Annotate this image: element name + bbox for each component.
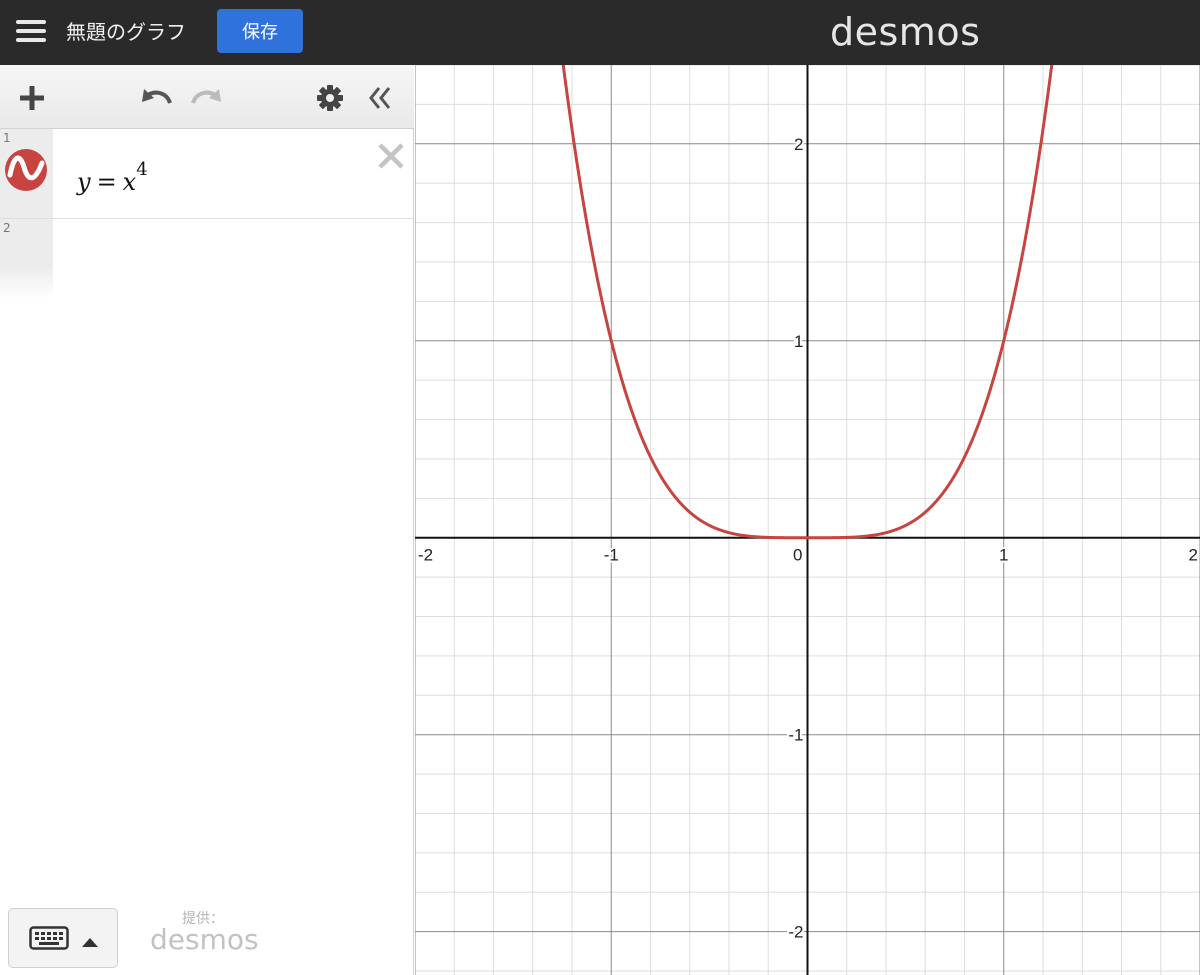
expression-gutter: 1: [0, 129, 53, 218]
x-tick-label: -2: [418, 546, 433, 565]
keyboard-icon: [29, 924, 69, 956]
x-tick-label: 0: [793, 546, 802, 565]
desmos-logo: desmos: [830, 10, 981, 54]
graph-canvas[interactable]: -2 -1 0 1 2 2 1 -1 -2: [414, 8, 1200, 975]
expression-index: 1: [3, 131, 11, 145]
y-tick-label: 2: [794, 135, 803, 154]
powered-by-desmos-logo[interactable]: desmos: [150, 923, 259, 956]
double-chevron-left-icon[interactable]: [363, 81, 397, 115]
x-tick-label: 1: [999, 546, 1008, 565]
caret-up-icon: [81, 933, 99, 952]
x-tick-label: 2: [1189, 546, 1198, 565]
y-tick-label: -2: [788, 923, 803, 942]
undo-icon[interactable]: [139, 81, 173, 115]
math-exponent: 4: [136, 159, 148, 180]
graph-paper[interactable]: -2 -1 0 1 2 2 1 -1 -2: [414, 8, 1200, 975]
close-icon[interactable]: [376, 141, 406, 171]
math-variable: y: [77, 168, 91, 196]
expression-toolbar: [0, 65, 414, 129]
graph-style-icon[interactable]: [5, 149, 47, 191]
expression-index: 2: [3, 221, 11, 235]
expression-gutter: 2: [0, 219, 53, 299]
plus-icon[interactable]: [15, 81, 49, 115]
expression-item[interactable]: 1 y = x4: [0, 129, 414, 219]
hamburger-icon[interactable]: [16, 20, 46, 46]
expression-panel: 1 y = x4 2 提供： desmos: [0, 65, 414, 975]
save-button[interactable]: 保存: [217, 9, 303, 53]
top-header: 無題のグラフ 保存 desmos: [0, 0, 1200, 65]
y-tick-label: -1: [788, 726, 803, 745]
y-tick-label: 1: [794, 332, 803, 351]
gear-icon[interactable]: [313, 81, 347, 115]
math-base: x: [122, 168, 137, 196]
keyboard-toggle-button[interactable]: [8, 908, 118, 968]
expression-item-empty[interactable]: 2: [0, 219, 414, 299]
graph-title[interactable]: 無題のグラフ: [66, 19, 186, 45]
x-tick-label: -1: [604, 546, 619, 565]
expression-math[interactable]: y = x4: [77, 159, 148, 196]
math-equals: =: [96, 168, 117, 196]
redo-icon[interactable]: [190, 81, 224, 115]
